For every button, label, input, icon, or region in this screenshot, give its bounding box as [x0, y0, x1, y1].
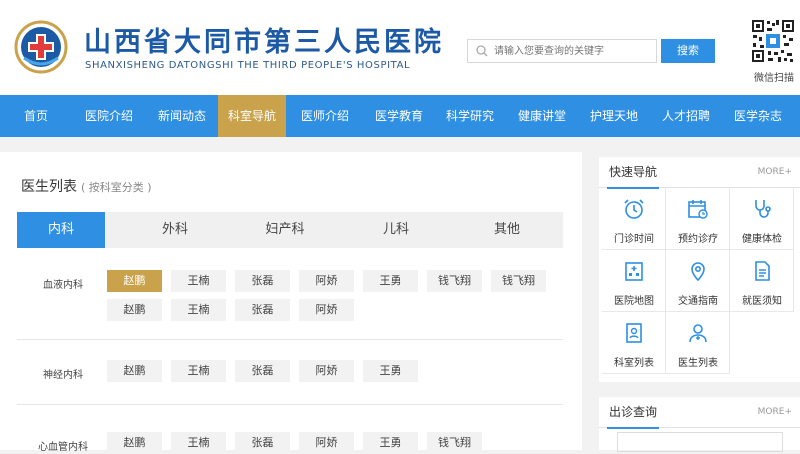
department-name: 心血管内科: [38, 442, 88, 453]
site-header: 山西省大同市第三人民医院 SHANXISHENG DATONGSHI THE T…: [0, 0, 800, 95]
tab-obstetrics-gynecology[interactable]: 妇产科: [241, 212, 329, 248]
nav-item-departments[interactable]: 科室导航: [218, 95, 286, 137]
nav-item-careers[interactable]: 人才招聘: [650, 95, 722, 137]
doctor-icon: [689, 324, 707, 343]
quick-nav-department-list[interactable]: 科室列表: [602, 312, 666, 374]
quick-nav-label: 就医须知: [742, 296, 782, 307]
hospital-building-icon: [625, 262, 643, 281]
quick-nav-label: 医生列表: [678, 358, 718, 369]
doctor-button[interactable]: 阿娇: [299, 432, 354, 454]
department-category-tabs: 内科 外科 妇产科 儿科 其他: [17, 212, 563, 248]
hospital-logo[interactable]: [14, 20, 68, 74]
nav-item-about[interactable]: 医院介绍: [72, 95, 146, 137]
nav-item-nursing[interactable]: 护理天地: [578, 95, 650, 137]
doctor-button[interactable]: 阿娇: [299, 360, 354, 382]
nav-item-doctors[interactable]: 医师介绍: [286, 95, 364, 137]
schedule-query-header: 出诊查询 MORE+: [599, 397, 800, 429]
nav-item-research[interactable]: 科学研究: [434, 95, 506, 137]
main-nav: 首页 医院介绍 新闻动态 科室导航 医师介绍 医学教育 科学研究 健康讲堂 护理…: [0, 95, 800, 137]
doctor-button[interactable]: 王楠: [171, 270, 226, 292]
doctor-list-panel: 医生列表 ( 按科室分类 ) 内科 外科 妇产科 儿科 其他 血液内科 赵鹏 王楠…: [0, 152, 582, 454]
search-icon: [476, 45, 488, 57]
quick-nav-more-link[interactable]: MORE+: [758, 157, 792, 187]
doctor-button[interactable]: 王勇: [363, 270, 418, 292]
document-icon: [755, 261, 770, 281]
schedule-query-title: 出诊查询: [607, 397, 660, 429]
quick-nav-hospital-map[interactable]: 医院地图: [602, 250, 666, 312]
doctor-button[interactable]: 王楠: [171, 360, 226, 382]
page-subtitle: ( 按科室分类 ): [81, 181, 152, 194]
quick-nav-clinic-hours[interactable]: 门诊时间: [602, 188, 666, 250]
doctor-button[interactable]: 张磊: [235, 360, 290, 382]
doctor-button[interactable]: 阿娇: [299, 270, 354, 292]
alarm-clock-icon: [624, 199, 644, 219]
doctor-button[interactable]: 钱飞翔: [427, 270, 482, 292]
schedule-query-input[interactable]: [617, 432, 783, 452]
quick-nav-label: 预约诊疗: [678, 234, 718, 245]
nav-item-news[interactable]: 新闻动态: [146, 95, 218, 137]
quick-nav-label: 健康体检: [742, 234, 782, 245]
tab-other[interactable]: 其他: [463, 212, 551, 248]
department-row-neurology: 神经内科 赵鹏 王楠 张磊 阿娇 王勇: [17, 340, 563, 405]
tab-surgery[interactable]: 外科: [131, 212, 219, 248]
department-row-hematology: 血液内科 赵鹏 王楠 张磊 阿娇 王勇 钱飞翔 钱飞翔 赵鹏 王楠 张磊 阿娇: [17, 260, 563, 340]
quick-nav-title: 快速导航: [607, 157, 660, 189]
search-box[interactable]: [467, 39, 657, 63]
tab-internal-medicine[interactable]: 内科: [17, 212, 105, 248]
hospital-name-en: SHANXISHENG DATONGSHI THE THIRD PEOPLE'S…: [85, 60, 411, 71]
tab-pediatrics[interactable]: 儿科: [352, 212, 440, 248]
stethoscope-icon: [755, 200, 771, 218]
quick-nav-patient-notice[interactable]: 就医须知: [730, 250, 794, 312]
doctor-button[interactable]: 王勇: [363, 360, 418, 382]
quick-nav-label: 医院地图: [614, 296, 654, 307]
department-name: 血液内科: [43, 280, 83, 291]
search-input[interactable]: [494, 42, 652, 60]
quick-nav-label: 科室列表: [614, 358, 654, 369]
doctor-button[interactable]: 赵鹏: [107, 360, 162, 382]
department-row-cardiology: 心血管内科 赵鹏 王楠 张磊 阿娇 王勇 钱飞翔: [17, 405, 563, 454]
wechat-qr-code: [751, 19, 795, 63]
doctor-button[interactable]: 赵鹏: [107, 270, 162, 292]
quick-nav-label: 门诊时间: [614, 234, 654, 245]
doctor-button[interactable]: 张磊: [235, 432, 290, 454]
nav-item-education[interactable]: 医学教育: [364, 95, 434, 137]
quick-nav-label: 交通指南: [678, 296, 718, 307]
qr-label: 微信扫描: [754, 73, 794, 84]
quick-nav-health-checkup[interactable]: 健康体检: [730, 188, 794, 250]
doctor-button[interactable]: 钱飞翔: [491, 270, 546, 292]
id-card-icon: [626, 323, 642, 343]
doctor-button[interactable]: 王楠: [171, 432, 226, 454]
quick-nav-doctor-list[interactable]: 医生列表: [666, 312, 730, 374]
calendar-clock-icon: [688, 200, 708, 219]
doctor-button[interactable]: 王勇: [363, 432, 418, 454]
doctor-button[interactable]: 张磊: [235, 270, 290, 292]
doctor-button[interactable]: 张磊: [235, 299, 290, 321]
nav-item-journal[interactable]: 医学杂志: [722, 95, 794, 137]
doctor-button[interactable]: 钱飞翔: [427, 432, 482, 454]
page-title: 医生列表 ( 按科室分类 ): [21, 176, 152, 196]
doctor-button[interactable]: 赵鹏: [107, 432, 162, 454]
nav-item-home[interactable]: 首页: [0, 95, 72, 137]
doctor-button[interactable]: 赵鹏: [107, 299, 162, 321]
search-button[interactable]: 搜索: [661, 39, 715, 63]
quick-nav-appointment[interactable]: 预约诊疗: [666, 188, 730, 250]
schedule-query-panel: 出诊查询 MORE+: [599, 397, 800, 452]
nav-item-health-lectures[interactable]: 健康讲堂: [506, 95, 578, 137]
quick-nav-panel: 快速导航 MORE+ 门诊时间 预约诊疗 健康体检 医院地图 交通指南 就医须知…: [599, 157, 800, 382]
page-title-text: 医生列表: [21, 179, 77, 195]
hospital-name-cn: 山西省大同市第三人民医院: [84, 27, 444, 58]
doctor-button[interactable]: 阿娇: [299, 299, 354, 321]
schedule-query-more-link[interactable]: MORE+: [758, 397, 792, 427]
department-name: 神经内科: [43, 370, 83, 381]
doctor-button[interactable]: 王楠: [171, 299, 226, 321]
quick-nav-directions[interactable]: 交通指南: [666, 250, 730, 312]
map-pin-icon: [691, 262, 705, 282]
quick-nav-header: 快速导航 MORE+: [599, 157, 800, 189]
